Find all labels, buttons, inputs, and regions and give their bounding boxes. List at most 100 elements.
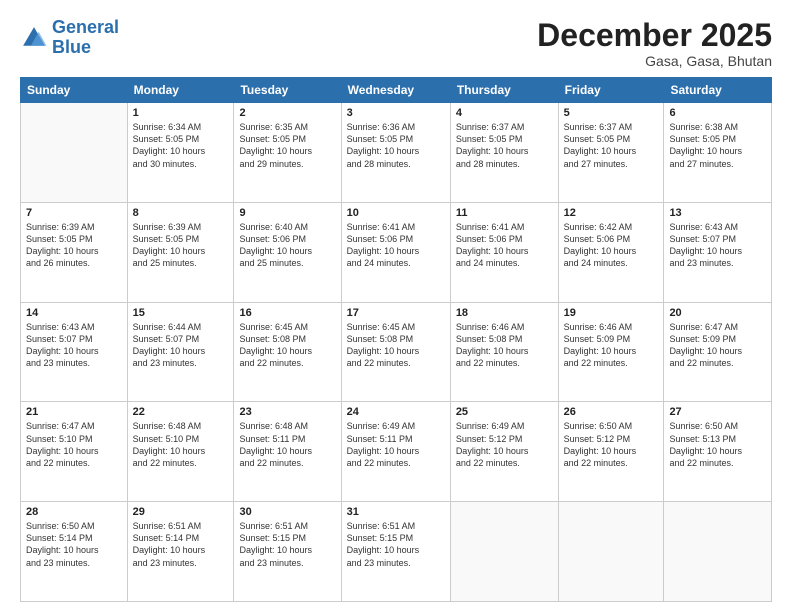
calendar-cell: 18 Sunrise: 6:46 AMSunset: 5:08 PMDayligh… [450,302,558,402]
day-info: Sunrise: 6:41 AMSunset: 5:06 PMDaylight:… [456,221,553,270]
day-info: Sunrise: 6:41 AMSunset: 5:06 PMDaylight:… [347,221,445,270]
calendar-week-3: 14 Sunrise: 6:43 AMSunset: 5:07 PMDayligh… [21,302,772,402]
day-number: 28 [26,506,122,518]
day-info: Sunrise: 6:48 AMSunset: 5:10 PMDaylight:… [133,420,229,469]
day-number: 8 [133,207,229,219]
header: General Blue December 2025 Gasa, Gasa, B… [20,18,772,69]
calendar-cell: 27 Sunrise: 6:50 AMSunset: 5:13 PMDayligh… [664,402,772,502]
calendar-cell: 30 Sunrise: 6:51 AMSunset: 5:15 PMDayligh… [234,502,341,602]
day-info: Sunrise: 6:43 AMSunset: 5:07 PMDaylight:… [669,221,766,270]
day-number: 11 [456,207,553,219]
day-info: Sunrise: 6:45 AMSunset: 5:08 PMDaylight:… [347,321,445,370]
calendar-week-5: 28 Sunrise: 6:50 AMSunset: 5:14 PMDayligh… [21,502,772,602]
day-info: Sunrise: 6:51 AMSunset: 5:15 PMDaylight:… [347,520,445,569]
calendar-cell: 8Sunrise: 6:39 AMSunset: 5:05 PMDaylight… [127,202,234,302]
day-number: 18 [456,307,553,319]
calendar-cell: 14 Sunrise: 6:43 AMSunset: 5:07 PMDayligh… [21,302,128,402]
calendar-cell: 13 Sunrise: 6:43 AMSunset: 5:07 PMDayligh… [664,202,772,302]
day-number: 13 [669,207,766,219]
day-number: 9 [239,207,335,219]
day-info: Sunrise: 6:50 AMSunset: 5:12 PMDaylight:… [564,420,659,469]
calendar-cell: 21 Sunrise: 6:47 AMSunset: 5:10 PMDayligh… [21,402,128,502]
calendar-cell: 22 Sunrise: 6:48 AMSunset: 5:10 PMDayligh… [127,402,234,502]
page: General Blue December 2025 Gasa, Gasa, B… [0,0,792,612]
calendar-cell [558,502,664,602]
day-number: 27 [669,406,766,418]
calendar-table: SundayMondayTuesdayWednesdayThursdayFrid… [20,77,772,602]
day-number: 3 [347,107,445,119]
column-header-saturday: Saturday [664,78,772,103]
day-info: Sunrise: 6:50 AMSunset: 5:14 PMDaylight:… [26,520,122,569]
column-header-tuesday: Tuesday [234,78,341,103]
day-number: 23 [239,406,335,418]
logo-icon [20,24,48,52]
day-number: 22 [133,406,229,418]
day-info: Sunrise: 6:46 AMSunset: 5:09 PMDaylight:… [564,321,659,370]
calendar-cell: 29Sunrise: 6:51 AMSunset: 5:14 PMDayligh… [127,502,234,602]
day-info: Sunrise: 6:48 AMSunset: 5:11 PMDaylight:… [239,420,335,469]
day-info: Sunrise: 6:47 AMSunset: 5:09 PMDaylight:… [669,321,766,370]
calendar-header-row: SundayMondayTuesdayWednesdayThursdayFrid… [21,78,772,103]
calendar-cell: 4 Sunrise: 6:37 AMSunset: 5:05 PMDaylight… [450,103,558,203]
column-header-wednesday: Wednesday [341,78,450,103]
day-info: Sunrise: 6:50 AMSunset: 5:13 PMDaylight:… [669,420,766,469]
day-number: 25 [456,406,553,418]
day-number: 19 [564,307,659,319]
calendar-cell: 5Sunrise: 6:37 AMSunset: 5:05 PMDaylight… [558,103,664,203]
logo: General Blue [20,18,119,58]
day-number: 21 [26,406,122,418]
day-info: Sunrise: 6:43 AMSunset: 5:07 PMDaylight:… [26,321,122,370]
calendar-cell: 3 Sunrise: 6:36 AMSunset: 5:05 PMDaylight… [341,103,450,203]
calendar-cell: 12Sunrise: 6:42 AMSunset: 5:06 PMDayligh… [558,202,664,302]
logo-text: General Blue [52,18,119,58]
day-info: Sunrise: 6:44 AMSunset: 5:07 PMDaylight:… [133,321,229,370]
day-info: Sunrise: 6:47 AMSunset: 5:10 PMDaylight:… [26,420,122,469]
calendar-cell: 25 Sunrise: 6:49 AMSunset: 5:12 PMDayligh… [450,402,558,502]
day-info: Sunrise: 6:37 AMSunset: 5:05 PMDaylight:… [456,121,553,170]
day-info: Sunrise: 6:34 AMSunset: 5:05 PMDaylight:… [133,121,229,170]
title-month: December 2025 [537,18,772,53]
calendar-cell: 24 Sunrise: 6:49 AMSunset: 5:11 PMDayligh… [341,402,450,502]
calendar-cell: 23 Sunrise: 6:48 AMSunset: 5:11 PMDayligh… [234,402,341,502]
calendar-week-4: 21 Sunrise: 6:47 AMSunset: 5:10 PMDayligh… [21,402,772,502]
day-number: 7 [26,207,122,219]
calendar-cell: 2Sunrise: 6:35 AMSunset: 5:05 PMDaylight… [234,103,341,203]
calendar-cell [664,502,772,602]
day-info: Sunrise: 6:51 AMSunset: 5:15 PMDaylight:… [239,520,335,569]
day-info: Sunrise: 6:45 AMSunset: 5:08 PMDaylight:… [239,321,335,370]
calendar-cell: 31Sunrise: 6:51 AMSunset: 5:15 PMDayligh… [341,502,450,602]
day-number: 2 [239,107,335,119]
calendar-cell: 7 Sunrise: 6:39 AMSunset: 5:05 PMDaylight… [21,202,128,302]
day-number: 30 [239,506,335,518]
day-number: 10 [347,207,445,219]
column-header-monday: Monday [127,78,234,103]
calendar-cell: 28 Sunrise: 6:50 AMSunset: 5:14 PMDayligh… [21,502,128,602]
calendar-week-2: 7 Sunrise: 6:39 AMSunset: 5:05 PMDaylight… [21,202,772,302]
title-location: Gasa, Gasa, Bhutan [537,53,772,69]
day-number: 14 [26,307,122,319]
day-number: 24 [347,406,445,418]
day-info: Sunrise: 6:49 AMSunset: 5:11 PMDaylight:… [347,420,445,469]
day-number: 6 [669,107,766,119]
calendar-cell: 1Sunrise: 6:34 AMSunset: 5:05 PMDaylight… [127,103,234,203]
day-number: 17 [347,307,445,319]
calendar-cell: 19 Sunrise: 6:46 AMSunset: 5:09 PMDayligh… [558,302,664,402]
calendar-cell [21,103,128,203]
calendar-cell: 9 Sunrise: 6:40 AMSunset: 5:06 PMDaylight… [234,202,341,302]
day-number: 26 [564,406,659,418]
day-number: 4 [456,107,553,119]
calendar-cell: 20Sunrise: 6:47 AMSunset: 5:09 PMDayligh… [664,302,772,402]
calendar-cell: 16Sunrise: 6:45 AMSunset: 5:08 PMDayligh… [234,302,341,402]
day-info: Sunrise: 6:36 AMSunset: 5:05 PMDaylight:… [347,121,445,170]
title-block: December 2025 Gasa, Gasa, Bhutan [537,18,772,69]
day-info: Sunrise: 6:42 AMSunset: 5:06 PMDaylight:… [564,221,659,270]
day-number: 15 [133,307,229,319]
day-info: Sunrise: 6:46 AMSunset: 5:08 PMDaylight:… [456,321,553,370]
day-info: Sunrise: 6:51 AMSunset: 5:14 PMDaylight:… [133,520,229,569]
day-info: Sunrise: 6:39 AMSunset: 5:05 PMDaylight:… [26,221,122,270]
calendar-cell [450,502,558,602]
day-number: 5 [564,107,659,119]
calendar-cell: 17 Sunrise: 6:45 AMSunset: 5:08 PMDayligh… [341,302,450,402]
day-info: Sunrise: 6:40 AMSunset: 5:06 PMDaylight:… [239,221,335,270]
day-info: Sunrise: 6:49 AMSunset: 5:12 PMDaylight:… [456,420,553,469]
